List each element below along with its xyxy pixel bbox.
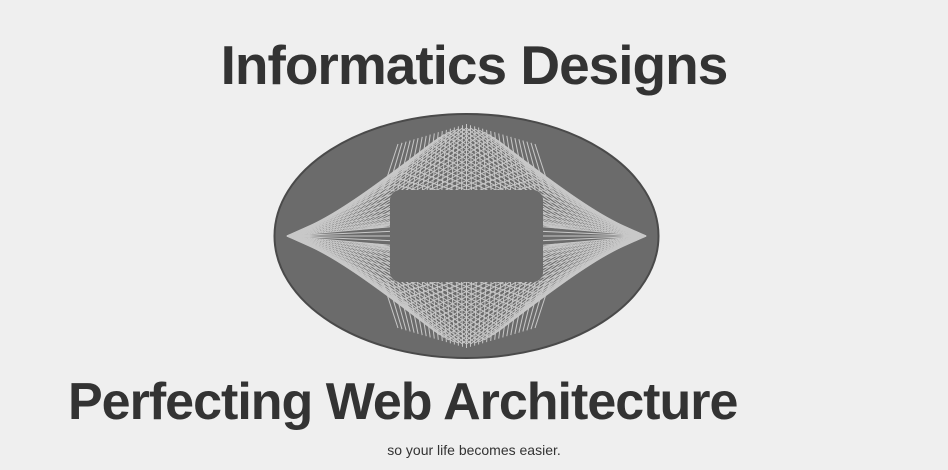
headline: Perfecting Web Architecture [68,373,738,431]
logo-image [273,112,660,360]
string-art-ellipse-logo-icon [273,113,660,359]
tagline: so your life becomes easier. [387,442,561,458]
site-title: Informatics Designs [220,34,729,96]
